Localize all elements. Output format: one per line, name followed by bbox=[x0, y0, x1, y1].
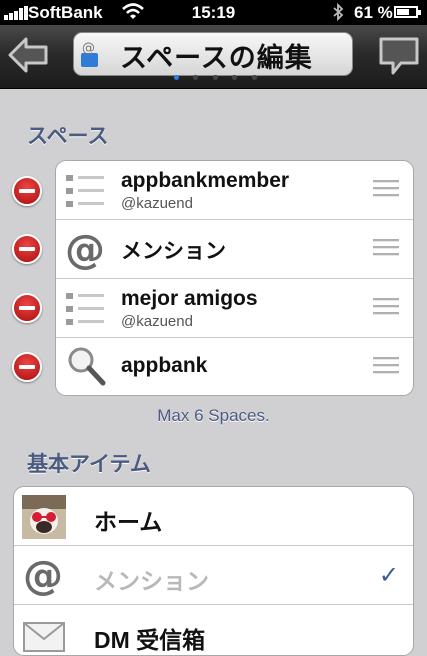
spaces-list: appbankmember @kazuend @ メンション mejor ami… bbox=[55, 160, 414, 396]
page-indicator bbox=[174, 67, 267, 80]
space-row[interactable]: mejor amigos @kazuend bbox=[56, 279, 413, 338]
bluetooth-icon bbox=[333, 3, 344, 21]
page-dot bbox=[232, 75, 238, 80]
delete-button[interactable] bbox=[12, 176, 42, 206]
at-icon: @ bbox=[65, 227, 105, 271]
avatar bbox=[22, 495, 66, 539]
search-icon bbox=[68, 347, 106, 386]
reorder-handle-icon[interactable] bbox=[373, 180, 399, 200]
checkmark-icon: ✓ bbox=[378, 562, 399, 589]
space-owner: @kazuend bbox=[121, 313, 193, 330]
space-row[interactable]: @ メンション bbox=[56, 220, 413, 279]
list-icon bbox=[66, 293, 104, 325]
basic-item-label: DM 受信箱 bbox=[94, 627, 206, 653]
section-header-basic-items: 基本アイテム bbox=[27, 453, 151, 476]
svg-text:@: @ bbox=[82, 41, 95, 56]
speech-bubble-icon[interactable] bbox=[377, 33, 421, 77]
delete-button[interactable] bbox=[12, 293, 42, 323]
battery-icon bbox=[394, 6, 421, 18]
space-name: appbankmember bbox=[121, 169, 290, 192]
svg-text:@: @ bbox=[65, 227, 105, 271]
page-dot bbox=[212, 75, 218, 80]
basic-item-row[interactable]: ホーム bbox=[14, 487, 413, 546]
title-box[interactable]: @ スペースの編集 bbox=[73, 32, 353, 80]
battery-percent: 61 % bbox=[354, 3, 393, 22]
space-row[interactable]: appbankmember @kazuend bbox=[56, 161, 413, 220]
space-name: appbank bbox=[121, 354, 208, 377]
section-header-spaces: スペース bbox=[27, 125, 109, 148]
delete-button[interactable] bbox=[12, 352, 42, 382]
basic-items-list: ホーム @ メンション ✓ DM 受信箱 bbox=[13, 486, 414, 656]
max-spaces-note: Max 6 Spaces. bbox=[157, 406, 270, 425]
basic-item-row[interactable]: @ メンション ✓ bbox=[14, 546, 413, 605]
space-row[interactable]: appbank bbox=[56, 338, 413, 395]
space-name: メンション bbox=[121, 240, 226, 263]
space-tab-icon: @ bbox=[81, 41, 98, 67]
space-name: mejor amigos bbox=[121, 287, 258, 310]
status-bar: SoftBank 15:19 61 % bbox=[0, 0, 427, 25]
back-arrow-icon[interactable] bbox=[6, 33, 50, 77]
space-owner: @kazuend bbox=[121, 195, 193, 212]
page-dot bbox=[193, 75, 199, 80]
envelope-icon bbox=[23, 622, 65, 652]
navigation-bar: @ スペースの編集 bbox=[0, 25, 427, 89]
delete-button[interactable] bbox=[12, 234, 42, 264]
list-icon bbox=[66, 175, 104, 207]
basic-item-row[interactable]: DM 受信箱 bbox=[14, 605, 413, 655]
at-icon: @ bbox=[23, 553, 63, 597]
reorder-handle-icon[interactable] bbox=[373, 298, 399, 318]
reorder-handle-icon[interactable] bbox=[373, 239, 399, 259]
basic-item-label: ホーム bbox=[94, 509, 163, 535]
page-dot bbox=[251, 75, 257, 80]
page-dot bbox=[174, 75, 179, 80]
basic-item-label: メンション bbox=[94, 568, 209, 594]
svg-text:@: @ bbox=[23, 553, 63, 597]
reorder-handle-icon[interactable] bbox=[373, 357, 399, 377]
